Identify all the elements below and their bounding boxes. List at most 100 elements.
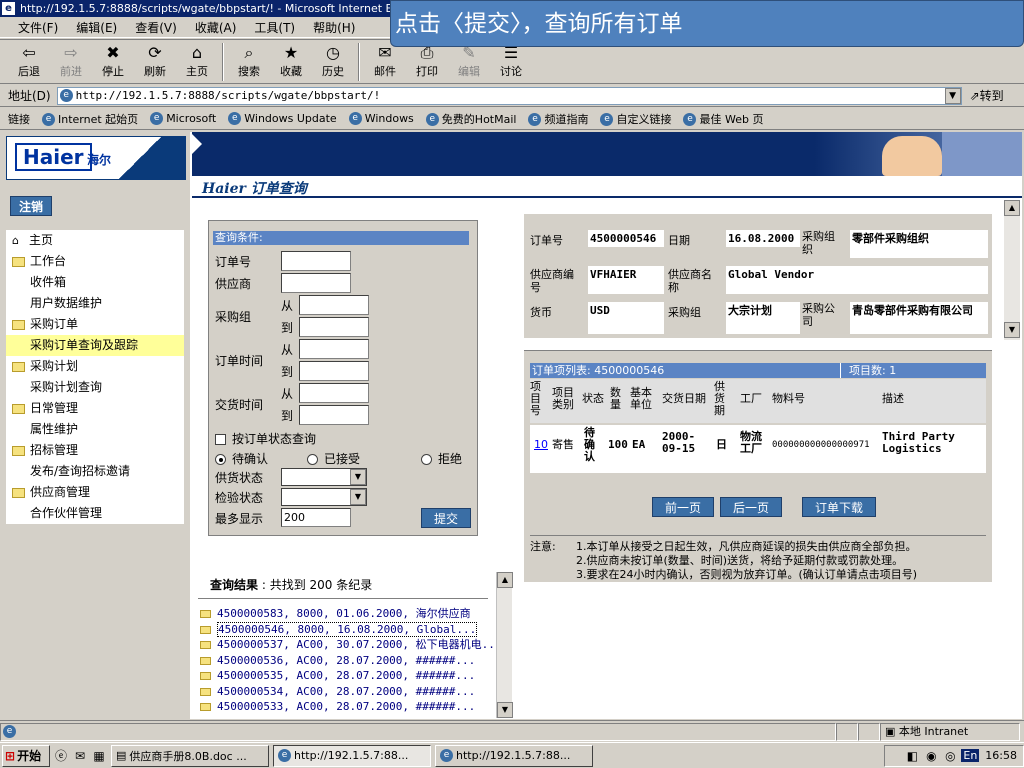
- purch-group-from-input[interactable]: [299, 295, 369, 315]
- back-button[interactable]: ⇦ 后退: [8, 40, 50, 84]
- result-item[interactable]: 4500000533, AC00, 28.07.2000, ######...: [198, 699, 494, 715]
- supply-status-select[interactable]: ▼: [281, 468, 367, 486]
- order-items-panel: 订单项列表: 4500000546 项目数: 1 项目号 项目类别 状态 数量 …: [524, 350, 992, 582]
- scroll-up-icon[interactable]: ▲: [1004, 200, 1020, 216]
- next-page-button[interactable]: 后一页: [720, 497, 782, 517]
- word-icon: ▤: [116, 749, 127, 762]
- radio-pending[interactable]: 待确认: [215, 450, 268, 467]
- delivery-to-input[interactable]: [299, 405, 369, 425]
- menu-file[interactable]: 文件(F): [18, 19, 58, 36]
- sidebar-item-po-query[interactable]: 采购订单查询及跟踪: [6, 335, 184, 356]
- sidebar-item-attributes[interactable]: 属性维护: [6, 419, 184, 440]
- result-item[interactable]: 4500000534, AC00, 28.07.2000, ######...: [198, 684, 494, 700]
- result-item[interactable]: 4500000546, 8000, 16.08.2000, Global...: [198, 621, 494, 638]
- history-button[interactable]: ◷ 历史: [312, 40, 354, 84]
- task-browser-1[interactable]: e http://192.1.5.7:88...: [273, 744, 431, 767]
- menu-help[interactable]: 帮助(H): [313, 19, 355, 36]
- link-item[interactable]: e Internet 起始页: [42, 111, 138, 127]
- sidebar-folder-purchase-order[interactable]: 采购订单: [6, 314, 184, 335]
- folder-icon: [12, 256, 25, 267]
- order-no-input[interactable]: [281, 251, 351, 271]
- go-button[interactable]: ⇗转到: [970, 87, 1004, 104]
- main-scrollbar[interactable]: ▲ ▼: [1004, 200, 1020, 340]
- refresh-button[interactable]: ⟳ 刷新: [134, 40, 176, 84]
- menu-favorites[interactable]: 收藏(A): [195, 19, 237, 36]
- inspect-status-select[interactable]: ▼: [281, 488, 367, 506]
- page-title-bar: Haier 订单查询: [192, 176, 1022, 198]
- link-item[interactable]: e 免费的HotMail: [425, 111, 516, 127]
- sidebar-item-user-data[interactable]: 用户数据维护: [6, 293, 184, 314]
- stop-button[interactable]: ✖ 停止: [92, 40, 134, 84]
- max-show-input[interactable]: 200: [281, 508, 351, 527]
- result-item[interactable]: 4500000537, AC00, 30.07.2000, 松下电器机电...: [198, 637, 494, 653]
- sidebar-item-partner[interactable]: 合作伙伴管理: [6, 503, 184, 524]
- ie-quicklaunch-icon[interactable]: ⓔ: [53, 748, 69, 764]
- logout-button[interactable]: 注销: [10, 196, 52, 216]
- vendor-no-value: VFHAIER: [588, 266, 664, 294]
- item-no-link[interactable]: 10: [534, 439, 548, 451]
- item-qty: 100: [608, 438, 628, 451]
- menu-tools[interactable]: 工具(T): [254, 19, 295, 36]
- link-item[interactable]: e 最佳 Web 页: [683, 111, 763, 127]
- result-item[interactable]: 4500000583, 8000, 01.06.2000, 海尔供应商: [198, 606, 494, 622]
- address-input[interactable]: e http://192.1.5.7:8888/scripts/wgate/bb…: [56, 86, 962, 105]
- menu-edit[interactable]: 编辑(E): [76, 19, 117, 36]
- folder-icon: [12, 319, 25, 330]
- left-navigation: Haier 海尔 注销 ⌂ 主页 工作台 收件箱 用户数据维护 采购订单 采购订单…: [2, 132, 190, 719]
- scroll-up-icon[interactable]: ▲: [497, 572, 513, 588]
- link-item[interactable]: e Microsoft: [150, 112, 216, 126]
- result-item[interactable]: 4500000535, AC00, 28.07.2000, ######...: [198, 668, 494, 684]
- sidebar-folder-daily[interactable]: 日常管理: [6, 398, 184, 419]
- tray-icon[interactable]: ◎: [942, 748, 958, 764]
- sidebar-item-inbox[interactable]: 收件箱: [6, 272, 184, 293]
- start-button[interactable]: ⊞ 开始: [2, 744, 50, 767]
- result-item[interactable]: 4500000536, AC00, 28.07.2000, ######...: [198, 653, 494, 669]
- link-item[interactable]: e 频道指南: [528, 111, 588, 127]
- links-label: 链接: [8, 112, 30, 126]
- favorites-button[interactable]: ★ 收藏: [270, 40, 312, 84]
- order-download-button[interactable]: 订单下载: [802, 497, 876, 517]
- sidebar-item-bid-invite[interactable]: 发布/查询招标邀请: [6, 461, 184, 482]
- chevron-down-icon[interactable]: ▼: [944, 87, 961, 104]
- sidebar-folder-bidding[interactable]: 招标管理: [6, 440, 184, 461]
- supplier-input[interactable]: [281, 273, 351, 293]
- order-no-value: 4500000546: [588, 230, 664, 247]
- sidebar-folder-supplier[interactable]: 供应商管理: [6, 482, 184, 503]
- address-url: http://192.1.5.7:8888/scripts/wgate/bbps…: [75, 89, 381, 102]
- scroll-down-icon[interactable]: ▼: [1004, 322, 1020, 338]
- lang-indicator[interactable]: En: [961, 749, 980, 762]
- home-button[interactable]: ⌂ 主页: [176, 40, 218, 84]
- desktop-quicklaunch-icon[interactable]: ▦: [91, 748, 107, 764]
- task-browser-2[interactable]: e http://192.1.5.7:88...: [435, 744, 593, 767]
- delivery-from-input[interactable]: [299, 383, 369, 403]
- collapse-arrow-icon[interactable]: [192, 134, 202, 154]
- menu-view[interactable]: 查看(V): [135, 19, 177, 36]
- sidebar-item-home[interactable]: ⌂ 主页: [6, 230, 184, 251]
- sidebar-item-plan-query[interactable]: 采购计划查询: [6, 377, 184, 398]
- status-query-checkbox[interactable]: 按订单状态查询: [215, 430, 316, 447]
- radio-accepted[interactable]: 已接受: [307, 450, 360, 467]
- task-word-doc[interactable]: ▤ 供应商手册8.0B.doc ...: [111, 744, 269, 767]
- ie-page-icon: e: [42, 113, 55, 126]
- forward-button[interactable]: ⇨ 前进: [50, 40, 92, 84]
- sidebar-folder-purchase-plan[interactable]: 采购计划: [6, 356, 184, 377]
- submit-button[interactable]: 提交: [421, 508, 471, 528]
- link-item[interactable]: e Windows Update: [228, 112, 337, 126]
- results-summary: : 共找到 200 条纪录: [261, 578, 373, 592]
- link-item[interactable]: e 自定义链接: [600, 111, 671, 127]
- search-button[interactable]: ⌕ 搜索: [228, 40, 270, 84]
- results-scrollbar[interactable]: ▲ ▼: [496, 572, 513, 718]
- outlook-quicklaunch-icon[interactable]: ✉: [72, 748, 88, 764]
- prev-page-button[interactable]: 前一页: [652, 497, 714, 517]
- tray-icon[interactable]: ◉: [923, 748, 939, 764]
- scroll-down-icon[interactable]: ▼: [497, 702, 513, 718]
- note-line: 1.本订单从接受之日起生效，凡供应商延误的损失由供应商全部负担。: [576, 540, 917, 553]
- sidebar-folder-workbench[interactable]: 工作台: [6, 251, 184, 272]
- order-time-to-input[interactable]: [299, 361, 369, 381]
- radio-rejected[interactable]: 拒绝: [421, 450, 462, 467]
- tray-icon[interactable]: ◧: [904, 748, 920, 764]
- notes-label: 注意:: [530, 540, 556, 553]
- link-item[interactable]: e Windows: [348, 112, 414, 126]
- purch-group-to-input[interactable]: [299, 317, 369, 337]
- order-time-from-input[interactable]: [299, 339, 369, 359]
